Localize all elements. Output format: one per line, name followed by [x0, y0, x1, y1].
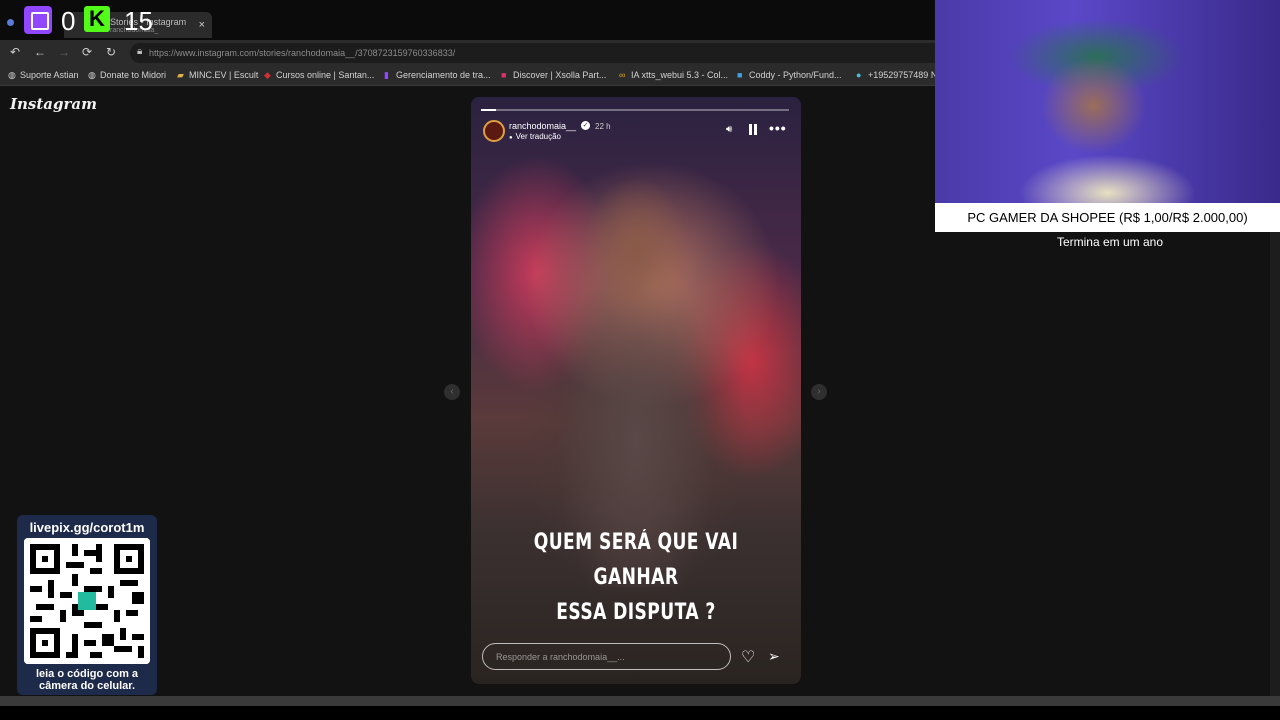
- like-heart-icon[interactable]: ♡: [741, 647, 755, 667]
- bookmark-icon: ◆: [264, 70, 271, 80]
- refresh-icon[interactable]: ↻: [106, 45, 116, 59]
- next-story-icon[interactable]: ›: [811, 384, 827, 400]
- bookmark-item[interactable]: ■ Coddy - Python/Fund...: [737, 70, 842, 80]
- shopee-goal-title: PC GAMER DA SHOPEE (R$ 1,00/R$ 2.000,00): [935, 203, 1280, 232]
- qr-url: livepix.gg/corot1m: [29, 520, 145, 535]
- qr-caption: leia o código com a câmera do celular.: [35, 668, 139, 692]
- twitch-icon: ▮: [384, 70, 389, 80]
- story-viewer[interactable]: ranchodomaia__ ✓ 22 h Ver tradução 🔊︎ ••…: [471, 97, 801, 684]
- bookmark-icon: ■: [501, 70, 507, 80]
- tab-close-icon[interactable]: ×: [199, 19, 205, 31]
- bookmark-icon: ▰: [177, 70, 184, 80]
- bookmark-icon: ■: [737, 70, 743, 80]
- story-time: 22 h: [595, 122, 611, 131]
- bookmarks-bar: ◍ Suporte Astian ◍ Donate to Midori ▰ MINC.…: [0, 66, 935, 86]
- bookmark-item[interactable]: ◍ Donate to Midori: [88, 70, 166, 81]
- translate-link[interactable]: Ver tradução: [509, 132, 561, 141]
- avatar[interactable]: [483, 120, 505, 142]
- back-icon[interactable]: ←: [34, 45, 46, 59]
- bookmark-icon: ●: [856, 70, 862, 80]
- instagram-logo[interactable]: Instagram: [10, 95, 97, 113]
- bookmark-item[interactable]: ● +19529757489 N: [856, 70, 935, 80]
- livepix-qr-panel: livepix.gg/corot1m leia o código com a c…: [17, 515, 157, 695]
- url-text: https://www.instagram.com/stories/rancho…: [149, 48, 456, 58]
- previous-story-icon[interactable]: ‹: [444, 384, 460, 400]
- verified-icon: ✓: [581, 121, 590, 130]
- screen-bottom-edge: [0, 706, 1280, 720]
- story-username[interactable]: ranchodomaia__: [509, 121, 576, 131]
- bookmark-item[interactable]: ∞ IA xtts_webui 5.3 - Col...: [619, 70, 728, 80]
- undo-icon[interactable]: ↶: [10, 45, 20, 59]
- story-progress-fill: [481, 109, 497, 111]
- globe-icon: ◍: [88, 70, 96, 80]
- qr-code: [24, 538, 150, 664]
- bookmark-item[interactable]: ■ Discover | Xsolla Part...: [501, 70, 606, 80]
- webcam-feed: [935, 0, 1280, 203]
- pause-icon[interactable]: [749, 124, 757, 135]
- bookmark-item[interactable]: ◍ Suporte Astian: [8, 70, 79, 81]
- reload-icon[interactable]: ⟳: [82, 45, 92, 59]
- story-image: [551, 167, 721, 587]
- bookmark-icon: ∞: [619, 70, 626, 80]
- browser-nav-bar: ↶ ← → ⟳ ↻ 🔒︎ https://www.instagram.com/s…: [0, 40, 935, 66]
- shopee-goal-subtitle: Termina em um ano: [1056, 235, 1164, 249]
- bookmark-item[interactable]: ▰ MINC.EV | Escult: [177, 70, 258, 81]
- send-icon[interactable]: ➢: [768, 648, 780, 665]
- tab-favicon-icon: [7, 19, 14, 26]
- twitch-viewer-count: 0: [61, 6, 76, 36]
- reply-input[interactable]: Responder a ranchodomaia__...: [482, 643, 731, 670]
- bookmark-item[interactable]: ▮ Gerenciamento de tra...: [384, 70, 491, 81]
- kick-viewer-count: 15: [124, 6, 153, 36]
- twitch-icon: [24, 6, 52, 34]
- bookmark-item[interactable]: ◆ Cursos online | Santan...: [264, 70, 374, 81]
- forward-icon[interactable]: →: [58, 45, 70, 59]
- volume-icon[interactable]: 🔊︎: [726, 124, 732, 135]
- more-options-icon[interactable]: •••: [769, 120, 787, 136]
- reply-placeholder: Responder a ranchodomaia__...: [496, 652, 625, 662]
- kick-icon: K: [84, 6, 110, 32]
- lock-icon: 🔒︎: [137, 46, 143, 57]
- address-bar[interactable]: 🔒︎ https://www.instagram.com/stories/ran…: [130, 43, 935, 63]
- story-caption: QUEM SERÁ QUE VAI GANHAR ESSA DISPUTA ?: [533, 530, 739, 625]
- globe-icon: ◍: [8, 70, 16, 80]
- story-progress-bar: [481, 109, 789, 111]
